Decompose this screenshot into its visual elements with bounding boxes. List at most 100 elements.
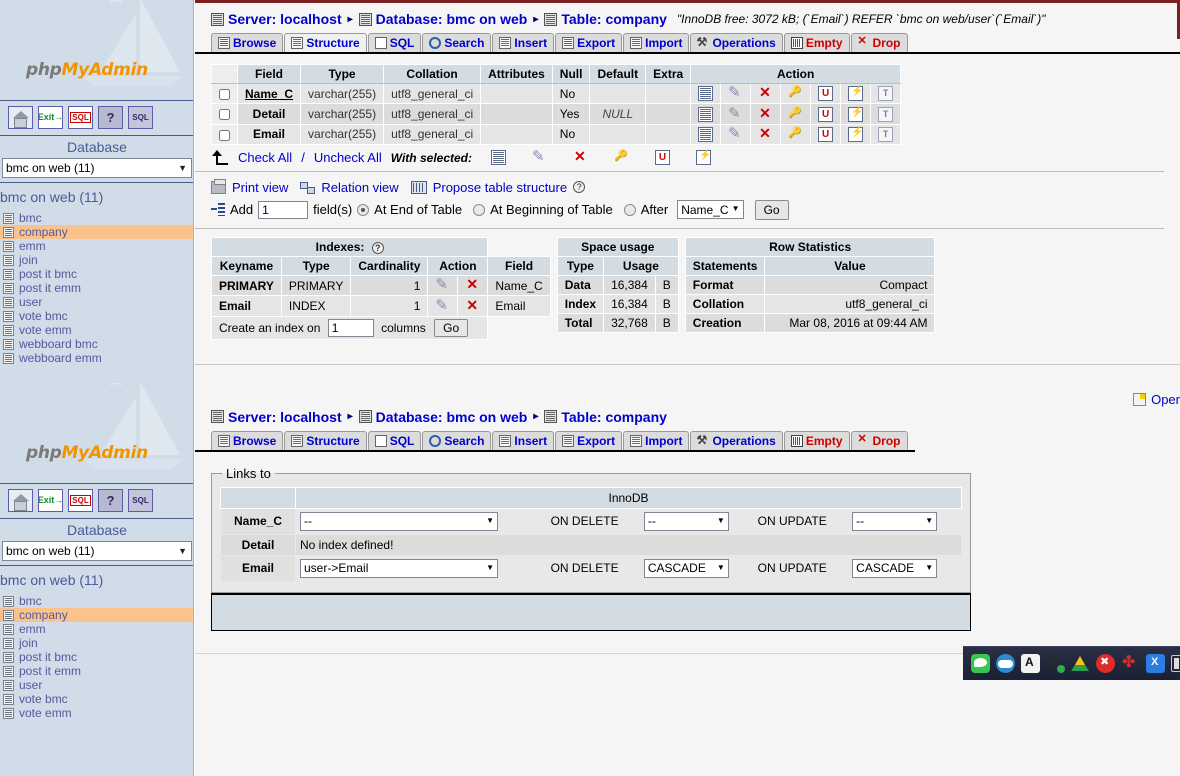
- edit-icon[interactable]: [435, 299, 450, 314]
- add-field-count-input[interactable]: [258, 201, 308, 219]
- drop-icon[interactable]: [465, 299, 480, 314]
- row-checkbox[interactable]: [219, 109, 230, 120]
- primary-key-icon[interactable]: [788, 107, 803, 122]
- database-select[interactable]: bmc on web (11) ▼: [2, 158, 192, 178]
- cloud-icon[interactable]: [996, 654, 1015, 673]
- help-icon[interactable]: ?: [98, 489, 123, 512]
- edit-icon[interactable]: [728, 127, 743, 142]
- messages-icon[interactable]: [971, 654, 990, 673]
- relation-select[interactable]: user->Email▼: [300, 559, 498, 578]
- row-checkbox[interactable]: [219, 89, 230, 100]
- tab-operations[interactable]: Operations: [690, 33, 782, 52]
- index-icon[interactable]: [696, 150, 711, 165]
- tab-browse[interactable]: Browse: [211, 33, 283, 52]
- breadcrumb-table[interactable]: Table: company: [561, 409, 667, 425]
- sql-query-icon[interactable]: SQL: [68, 489, 93, 512]
- fulltext-icon[interactable]: T: [878, 127, 893, 142]
- on-update-select[interactable]: CASCADE▼: [852, 559, 937, 578]
- battery-icon[interactable]: [1171, 655, 1180, 672]
- browse-distinct-icon[interactable]: [698, 127, 713, 142]
- breadcrumb-database[interactable]: Database: bmc on web: [376, 409, 528, 425]
- sidebar-table-webboard-bmc[interactable]: webboard bmc: [0, 337, 194, 351]
- sidebar-table-post-it-emm[interactable]: post it emm: [0, 664, 194, 678]
- browse-distinct-icon[interactable]: [698, 86, 713, 101]
- tab-sql[interactable]: SQL: [368, 431, 422, 450]
- sidebar-table-vote-emm[interactable]: vote emm: [0, 706, 194, 720]
- settings-gear-icon[interactable]: [1046, 654, 1065, 673]
- sidebar-table-post-it-bmc[interactable]: post it bmc: [0, 650, 194, 664]
- pdf-reader-icon[interactable]: [1021, 654, 1040, 673]
- sidebar-table-emm[interactable]: emm: [0, 239, 194, 253]
- index-icon[interactable]: [848, 127, 863, 142]
- check-all-link[interactable]: Check All: [238, 150, 292, 165]
- drop-icon[interactable]: [465, 278, 480, 293]
- tab-export[interactable]: Export: [555, 431, 622, 450]
- sql-help-icon[interactable]: SQL: [128, 106, 153, 129]
- sidebar-table-bmc[interactable]: bmc: [0, 594, 194, 608]
- antivirus-icon[interactable]: [1096, 654, 1115, 673]
- primary-key-icon[interactable]: [788, 127, 803, 142]
- sql-help-icon[interactable]: SQL: [128, 489, 153, 512]
- unique-icon[interactable]: U: [818, 107, 833, 122]
- tab-structure[interactable]: Structure: [284, 33, 366, 52]
- edit-icon[interactable]: [728, 107, 743, 122]
- sidebar-table-post-it-bmc[interactable]: post it bmc: [0, 267, 194, 281]
- sidebar-table-bmc[interactable]: bmc: [0, 211, 194, 225]
- sidebar-table-post-it-emm[interactable]: post it emm: [0, 281, 194, 295]
- help-icon[interactable]: ?: [98, 106, 123, 129]
- fulltext-icon[interactable]: T: [878, 86, 893, 101]
- tab-import[interactable]: Import: [623, 33, 689, 52]
- drop-icon[interactable]: [573, 150, 588, 165]
- tab-empty[interactable]: Empty: [784, 33, 850, 52]
- excel-icon[interactable]: [1146, 654, 1165, 673]
- tab-sql[interactable]: SQL: [368, 33, 422, 52]
- row-checkbox[interactable]: [219, 130, 230, 141]
- primary-key-icon[interactable]: [788, 86, 803, 101]
- sidebar-table-vote-bmc[interactable]: vote bmc: [0, 692, 194, 706]
- breadcrumb-server[interactable]: Server: localhost: [228, 11, 342, 27]
- tab-insert[interactable]: Insert: [492, 431, 554, 450]
- print-view-link[interactable]: Print view: [232, 180, 288, 195]
- home-icon[interactable]: [8, 489, 33, 512]
- database-select[interactable]: bmc on web (11) ▼: [2, 541, 192, 561]
- create-index-columns-input[interactable]: [328, 319, 374, 337]
- drop-icon[interactable]: [758, 107, 773, 122]
- index-icon[interactable]: [848, 86, 863, 101]
- on-update-select[interactable]: --▼: [852, 512, 937, 531]
- breadcrumb-server[interactable]: Server: localhost: [228, 409, 342, 425]
- fulltext-icon[interactable]: T: [878, 107, 893, 122]
- tab-import[interactable]: Import: [623, 431, 689, 450]
- uncheck-all-link[interactable]: Uncheck All: [314, 150, 382, 165]
- tab-structure[interactable]: Structure: [284, 431, 366, 450]
- sql-query-icon[interactable]: SQL: [68, 106, 93, 129]
- exit-icon[interactable]: Exit→: [38, 489, 63, 512]
- sidebar-table-user[interactable]: user: [0, 295, 194, 309]
- radio-after[interactable]: [624, 204, 636, 216]
- open-new-window-link[interactable]: Oper: [1133, 392, 1180, 407]
- help-icon[interactable]: ?: [573, 181, 585, 193]
- create-index-go-button[interactable]: Go: [434, 319, 468, 337]
- tab-operations[interactable]: Operations: [690, 431, 782, 450]
- drop-icon[interactable]: [758, 86, 773, 101]
- google-drive-icon[interactable]: [1071, 654, 1090, 673]
- propose-table-structure-link[interactable]: Propose table structure: [433, 180, 567, 195]
- edit-icon[interactable]: [532, 150, 547, 165]
- unique-icon[interactable]: U: [655, 150, 670, 165]
- drop-icon[interactable]: [758, 127, 773, 142]
- sidebar-table-vote-emm[interactable]: vote emm: [0, 323, 194, 337]
- add-field-go-button[interactable]: Go: [755, 200, 789, 220]
- sidebar-table-vote-bmc[interactable]: vote bmc: [0, 309, 194, 323]
- links-save-bar[interactable]: [211, 593, 971, 631]
- tab-search[interactable]: Search: [422, 33, 491, 52]
- tab-insert[interactable]: Insert: [492, 33, 554, 52]
- unique-icon[interactable]: U: [818, 127, 833, 142]
- radio-at-beginning-of-table[interactable]: [473, 204, 485, 216]
- relation-view-link[interactable]: Relation view: [321, 180, 398, 195]
- sidebar-table-company[interactable]: company: [0, 608, 194, 622]
- tab-search[interactable]: Search: [422, 431, 491, 450]
- sidebar-table-company[interactable]: company: [0, 225, 194, 239]
- tab-empty[interactable]: Empty: [784, 431, 850, 450]
- edit-icon[interactable]: [435, 278, 450, 293]
- browse-distinct-icon[interactable]: [698, 107, 713, 122]
- breadcrumb-table[interactable]: Table: company: [561, 11, 667, 27]
